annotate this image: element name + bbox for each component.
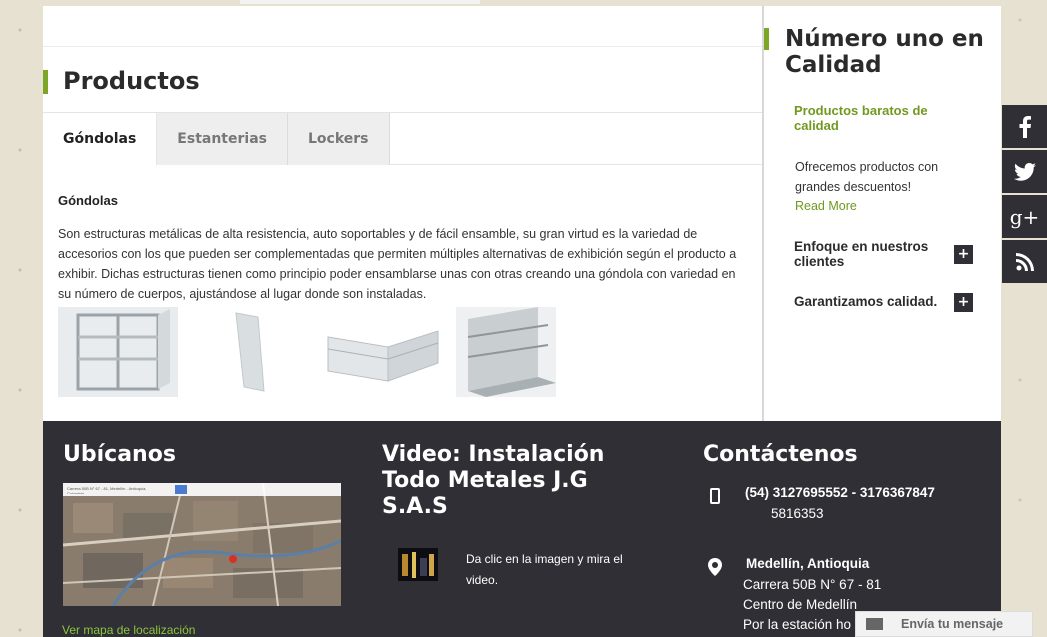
sidebar-title: Número uno en Calidad — [785, 26, 984, 78]
expand-button[interactable]: + — [954, 293, 973, 312]
address-line-3: Por la estación ho — [743, 617, 852, 632]
phone-icon — [710, 488, 720, 504]
footer-video-title: Video: Instalación Todo Metales J.G S.A.… — [382, 442, 605, 519]
sidebar: Número uno en Calidad Productos baratos … — [762, 6, 1001, 421]
footer-contact-title: Contáctenos — [703, 442, 858, 467]
video-caption: Da clic en la imagen y mira el video. — [466, 552, 623, 587]
footer: Ubícanos Carrera 50B N° 67 - 81, Medellí… — [43, 421, 1001, 637]
product-image-corner-gondola[interactable] — [327, 330, 439, 382]
chat-widget[interactable]: Envía tu mensaje — [855, 611, 1033, 637]
accent-bar — [43, 70, 48, 94]
tab-gondolas[interactable]: Góndolas — [43, 113, 158, 165]
phone-main: (54) 3127695552 - 3176367847 — [745, 483, 935, 503]
accordion-title-open[interactable]: Productos baratos de calidad — [794, 103, 964, 133]
facebook-icon[interactable] — [1002, 105, 1047, 148]
address-line-2: Centro de Medellín — [743, 597, 858, 612]
content-heading: Góndolas — [58, 193, 118, 208]
google-plus-icon[interactable]: g+ — [1002, 195, 1047, 238]
social-bar: g+ — [1002, 105, 1047, 285]
products-panel: Productos Góndolas Estanterias Lockers G… — [43, 6, 762, 421]
video-thumbnail[interactable] — [398, 548, 438, 581]
location-map[interactable] — [63, 483, 341, 606]
product-image-wall-gondola[interactable] — [456, 307, 556, 397]
accent-bar — [764, 28, 769, 50]
page: Productos Góndolas Estanterias Lockers G… — [43, 0, 1001, 637]
accordion-item-clientes[interactable]: Enfoque en nuestros clientes — [794, 239, 974, 269]
content-body: Son estructuras metálicas de alta resist… — [58, 227, 737, 301]
page-title: Productos — [63, 67, 200, 95]
product-image-panel[interactable] — [235, 312, 265, 392]
location-pin-icon — [708, 558, 722, 576]
products-header: Productos — [43, 47, 762, 113]
accordion-item-calidad[interactable]: Garantizamos calidad. — [794, 294, 974, 309]
chat-label: Envía tu mensaje — [901, 617, 1004, 631]
tab-estanterias[interactable]: Estanterias — [157, 113, 288, 165]
city-text: Medellín, Antioquia — [746, 556, 870, 571]
rss-icon[interactable] — [1002, 240, 1047, 283]
product-image-shelf[interactable] — [58, 307, 178, 397]
expand-button[interactable]: + — [954, 245, 973, 264]
city: Medellín, Antioquia — [746, 554, 869, 574]
address-line-1: Carrera 50B N° 67 - 81 — [743, 577, 882, 592]
top-banner-strip — [43, 6, 762, 47]
twitter-icon[interactable] — [1002, 150, 1047, 193]
footer-location-title: Ubícanos — [63, 442, 176, 467]
map-address-bar: Carrera 50B N° 67 - 81, Medellín - Antio… — [67, 486, 147, 494]
tab-lockers[interactable]: Lockers — [287, 113, 390, 165]
read-more-link[interactable]: Read More — [795, 199, 857, 213]
accordion-text: Ofrecemos productos con grandes descuent… — [795, 160, 939, 194]
tab-content: Góndolas Son estructuras metálicas de al… — [43, 165, 762, 304]
view-map-link[interactable]: Ver mapa de localización — [62, 623, 195, 637]
phone-main-text: (54) 3127695552 - 3176367847 — [745, 485, 935, 500]
product-tabs: Góndolas Estanterias Lockers — [43, 113, 762, 165]
phone-alt: 5816353 — [771, 506, 824, 521]
envelope-icon — [866, 618, 883, 630]
product-gallery — [58, 307, 556, 397]
